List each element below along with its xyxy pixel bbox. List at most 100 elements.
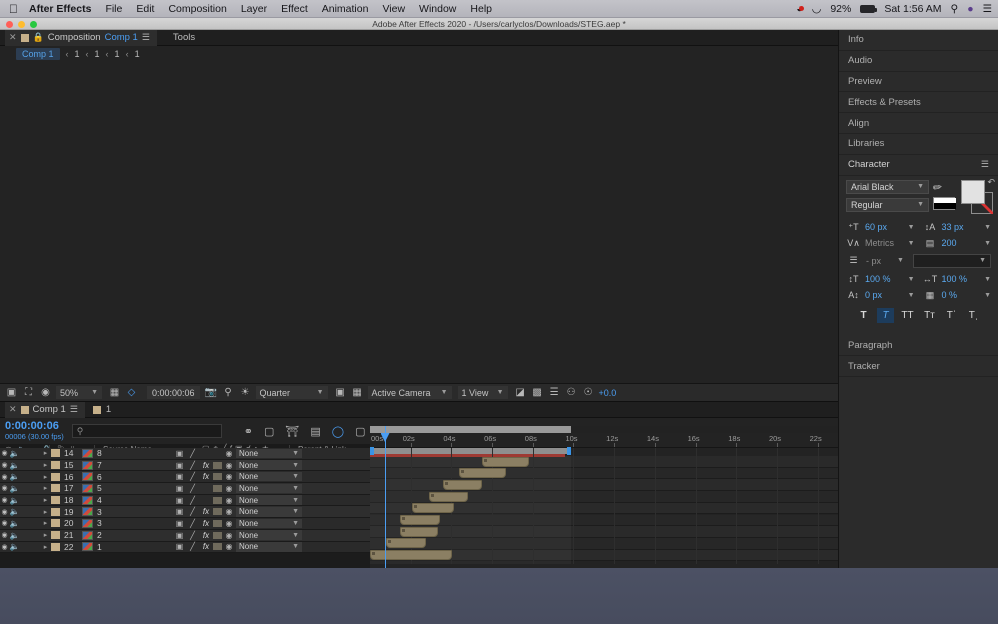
parent-select[interactable]: None ▼ <box>236 530 302 540</box>
chevron-down-icon[interactable]: ▼ <box>908 224 915 231</box>
video-visibility-icon[interactable]: ◉ <box>0 484 9 492</box>
show-snapshot-icon[interactable]: ⚲ <box>222 386 235 399</box>
render-region-icon[interactable]: ▣ <box>5 386 18 399</box>
video-visibility-icon[interactable]: ◉ <box>0 473 9 481</box>
work-area-bar[interactable] <box>370 426 571 433</box>
fill-color-swatch[interactable] <box>961 180 985 204</box>
audio-icon[interactable]: 🔈 <box>9 484 20 493</box>
row-label-swatch[interactable] <box>51 461 60 469</box>
audio-icon[interactable]: 🔈 <box>9 519 20 528</box>
video-visibility-icon[interactable]: ◉ <box>0 496 9 504</box>
composition-mini-flowchart-icon[interactable]: ⚭ <box>244 425 253 438</box>
expand-arrow-icon[interactable]: ▸ <box>40 449 51 457</box>
pick-whip-icon[interactable]: ◉ <box>222 496 236 505</box>
layer-duration-bar[interactable] <box>429 492 469 502</box>
menu-composition[interactable]: Composition <box>168 3 226 15</box>
table-row[interactable]: ◉ 🔈 ▸ 21 2 ▣ ╱ fx ◉ None ▼ <box>0 530 370 542</box>
show-channel-icon[interactable]: ☀ <box>239 386 252 399</box>
effects-icon[interactable]: fx <box>199 542 213 551</box>
panel-libraries[interactable]: Libraries <box>839 134 998 155</box>
faux-italic-icon[interactable]: T <box>877 308 894 323</box>
faux-bold-icon[interactable]: T <box>855 308 872 323</box>
quality-icon[interactable]: ╱ <box>186 484 199 493</box>
row-label-swatch[interactable] <box>51 531 60 539</box>
parent-select[interactable]: None ▼ <box>236 449 302 459</box>
toggle-pixel-aspect-icon[interactable]: ◪ <box>514 386 527 399</box>
video-visibility-icon[interactable]: ◉ <box>0 508 9 516</box>
menu-animation[interactable]: Animation <box>322 3 369 15</box>
motion-blur-toggle[interactable] <box>213 532 222 539</box>
panel-audio[interactable]: Audio <box>839 51 998 72</box>
effects-icon[interactable]: fx <box>199 461 213 470</box>
siri-icon[interactable]: ● <box>967 3 973 15</box>
small-caps-icon[interactable]: Tᴛ <box>921 308 938 323</box>
panel-menu-icon[interactable]: ☰ <box>981 159 989 170</box>
expand-arrow-icon[interactable]: ▸ <box>40 496 51 504</box>
font-style-select[interactable]: Regular ▼ <box>846 198 929 212</box>
table-row[interactable]: ◉ 🔈 ▸ 19 3 ▣ ╱ fx ◉ None ▼ <box>0 506 370 518</box>
motion-blur-toggle[interactable] <box>213 485 222 492</box>
parent-select[interactable]: None ▼ <box>236 484 302 494</box>
graph-editor-icon[interactable]: ▢ <box>355 425 365 438</box>
layer-duration-bar[interactable] <box>412 503 454 513</box>
effects-icon[interactable]: fx <box>199 472 213 481</box>
panel-character[interactable]: Character ☰ <box>839 155 998 176</box>
video-visibility-icon[interactable]: ◉ <box>0 461 9 469</box>
table-row[interactable]: ◉ 🔈 ▸ 18 4 ▣ ╱ ◉ None ▼ <box>0 495 370 507</box>
notification-center-icon[interactable]: ☰ <box>983 3 992 15</box>
fast-preview-icon[interactable]: ▩ <box>531 386 544 399</box>
work-area-end-handle[interactable] <box>567 447 571 455</box>
search-input[interactable]: ⚲ <box>72 424 222 438</box>
menu-edit[interactable]: Edit <box>136 3 154 15</box>
layer-duration-bar[interactable] <box>370 550 452 560</box>
stroke-width-value[interactable]: - px <box>866 256 892 266</box>
motion-blur-toggle[interactable] <box>213 497 222 504</box>
swap-fill-stroke-icon[interactable]: ↶ <box>987 177 995 188</box>
transparency-grid-icon[interactable]: ▦ <box>351 386 364 399</box>
video-visibility-icon[interactable]: ◉ <box>0 531 9 539</box>
comp-flowchart-icon[interactable]: ⚇ <box>565 386 578 399</box>
expand-arrow-icon[interactable]: ▸ <box>40 531 51 539</box>
panel-effects-presets[interactable]: Effects & Presets <box>839 92 998 113</box>
horizontal-scale-field[interactable]: ↔T 100 % ▼ <box>923 273 992 286</box>
audio-icon[interactable]: 🔈 <box>9 496 20 505</box>
menu-help[interactable]: Help <box>470 3 492 15</box>
motion-blur-toggle[interactable] <box>213 462 222 469</box>
table-row[interactable]: ◉ 🔈 ▸ 20 3 ▣ ╱ fx ◉ None ▼ <box>0 518 370 530</box>
time-ruler[interactable]: 00s02s04s06s08s10s12s14s16s18s20s22s <box>370 426 838 448</box>
audio-icon[interactable]: 🔈 <box>9 531 20 540</box>
timecode-display[interactable]: 0:00:00:06 00006 (30.00 fps) <box>5 421 64 441</box>
parent-select[interactable]: None ▼ <box>236 495 302 505</box>
timeline-graph-area[interactable]: 00s02s04s06s08s10s12s14s16s18s20s22s <box>370 426 838 568</box>
chevron-down-icon[interactable]: ▼ <box>908 276 915 283</box>
layer-duration-bar[interactable] <box>400 527 437 537</box>
panel-menu-icon[interactable]: ☰ <box>142 32 150 43</box>
reset-exposure-icon[interactable]: ☉ <box>582 386 595 399</box>
row-label-swatch[interactable] <box>51 449 60 457</box>
3d-layer-icon[interactable]: ▣ <box>173 519 186 528</box>
expand-arrow-icon[interactable]: ▸ <box>40 461 51 469</box>
tsume-field[interactable]: ▦ 0 % ▼ <box>923 289 992 302</box>
subscript-icon[interactable]: Tˌ <box>965 308 982 323</box>
pick-whip-icon[interactable]: ◉ <box>222 461 236 470</box>
3d-layer-icon[interactable]: ▣ <box>173 542 186 551</box>
table-row[interactable]: ◉ 🔈 ▸ 15 7 ▣ ╱ fx ◉ None ▼ <box>0 460 370 472</box>
font-family-select[interactable]: Arial Black ▼ <box>846 180 929 194</box>
tools-panel-label[interactable]: Tools <box>173 32 195 43</box>
quality-icon[interactable]: ╱ <box>186 519 199 528</box>
choose-grid-icon[interactable]: ▦ <box>108 386 121 399</box>
expand-arrow-icon[interactable]: ▸ <box>40 484 51 492</box>
3d-layer-icon[interactable]: ▣ <box>173 461 186 470</box>
chevron-down-icon[interactable]: ▼ <box>984 240 991 247</box>
superscript-icon[interactable]: Tˈ <box>943 308 960 323</box>
view-layout-select[interactable]: 1 View ▼ <box>458 386 508 399</box>
chevron-down-icon[interactable]: ▼ <box>984 292 991 299</box>
timeline-icon[interactable]: ☰ <box>548 386 561 399</box>
vertical-scale-field[interactable]: ↕T 100 % ▼ <box>846 273 915 286</box>
pick-whip-icon[interactable]: ◉ <box>222 484 236 493</box>
motion-blur-toggle[interactable] <box>213 473 222 480</box>
quality-icon[interactable]: ╱ <box>186 472 199 481</box>
chevron-down-icon[interactable]: ▼ <box>908 292 915 299</box>
panel-align[interactable]: Align <box>839 113 998 134</box>
work-area-lower-bar[interactable] <box>370 448 571 454</box>
